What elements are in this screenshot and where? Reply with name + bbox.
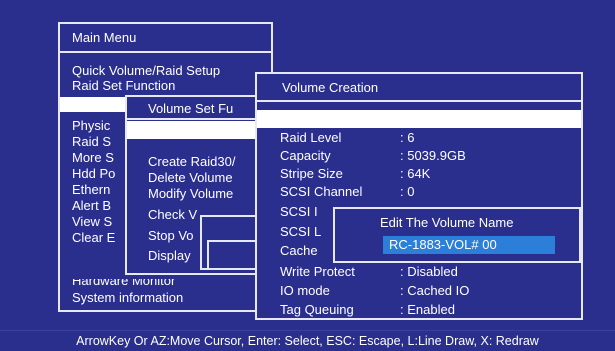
volume-creation-value-tag-queuing[interactable]: : Enabled	[400, 302, 455, 317]
volume-creation-label-io-mode: IO mode	[280, 283, 330, 298]
main-menu-title: Main Menu	[72, 30, 137, 45]
volume-set-item-create-raid30[interactable]: Create Raid30/	[148, 154, 235, 169]
menu-item-more-system-functions[interactable]: More S	[72, 150, 114, 165]
menu-item-clear-event-buffer[interactable]: Clear E	[72, 230, 115, 245]
volume-creation-value-io-mode[interactable]: : Cached IO	[400, 283, 469, 298]
volume-set-item-modify-volume[interactable]: Modify Volume	[148, 186, 233, 201]
volume-creation-selected-row[interactable]	[257, 110, 581, 128]
menu-item-volume-set-function-selected[interactable]	[60, 97, 130, 112]
volume-set-function-title-separator	[125, 118, 265, 120]
volume-set-item-delete-volume[interactable]: Delete Volume	[148, 170, 233, 185]
volume-set-item-display-volume-info[interactable]: Display	[148, 248, 191, 263]
volume-creation-value-scsi-channel[interactable]: : 0	[400, 184, 414, 199]
menu-item-raid-system-function[interactable]: Raid S	[72, 134, 111, 149]
menu-item-raid-set-function[interactable]: Raid Set Function	[72, 78, 175, 93]
menu-item-alert-by-mail[interactable]: Alert B	[72, 198, 111, 213]
volume-creation-title: Volume Creation	[282, 80, 379, 95]
menu-item-ethernet-configuration[interactable]: Ethern	[72, 182, 110, 197]
menu-item-view-system-events[interactable]: View S	[72, 214, 112, 229]
volume-creation-label-cache-mode: Cache	[280, 243, 318, 258]
menu-item-hdd-power-management[interactable]: Hdd Po	[72, 166, 115, 181]
volume-creation-value-write-protect[interactable]: : Disabled	[400, 264, 458, 279]
edit-volume-name-title: Edit The Volume Name	[380, 215, 514, 230]
volume-set-item-stop-volume-check[interactable]: Stop Vo	[148, 228, 194, 243]
keyboard-help-status-bar: ArrowKey Or AZ:Move Cursor, Enter: Selec…	[0, 330, 615, 351]
volume-creation-label-tag-queuing: Tag Queuing	[280, 302, 354, 317]
menu-item-system-information[interactable]: System information	[72, 290, 183, 305]
volume-creation-title-separator	[255, 100, 583, 102]
volume-creation-value-stripe-size[interactable]: : 64K	[400, 166, 430, 181]
volume-creation-label-write-protect: Write Protect	[280, 264, 355, 279]
volume-creation-value-raid-level[interactable]: : 6	[400, 130, 414, 145]
volume-creation-label-scsi-channel: SCSI Channel	[280, 184, 363, 199]
volume-set-item-selected[interactable]	[127, 121, 263, 139]
volume-creation-label-scsi-lun: SCSI L	[280, 224, 322, 239]
volume-creation-label-stripe-size: Stripe Size	[280, 166, 343, 181]
volume-creation-label-raid-level: Raid Level	[280, 130, 342, 145]
menu-item-physical-drives[interactable]: Physic	[72, 118, 110, 133]
volume-set-item-check-volume[interactable]: Check V	[148, 207, 197, 222]
main-menu-title-separator	[58, 51, 273, 53]
volume-creation-label-scsi-id: SCSI I	[280, 204, 318, 219]
menu-item-quick-volume-raid-setup[interactable]: Quick Volume/Raid Setup	[72, 63, 220, 78]
volume-set-function-title: Volume Set Fu	[148, 101, 234, 116]
volume-creation-value-capacity[interactable]: : 5039.9GB	[400, 148, 466, 163]
volume-name-input[interactable]: RC-1883-VOL# 00	[383, 236, 555, 254]
volume-creation-label-capacity: Capacity	[280, 148, 331, 163]
